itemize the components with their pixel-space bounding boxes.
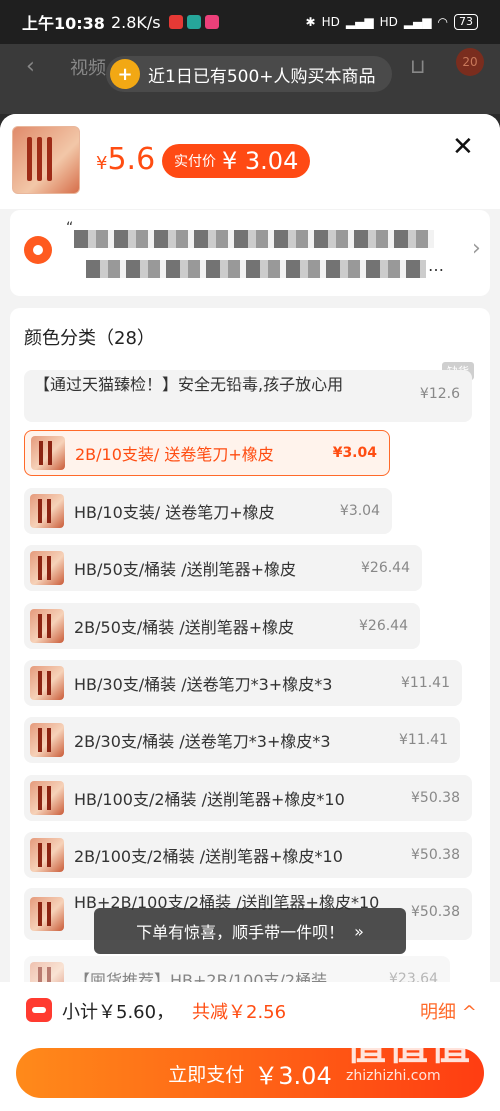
watermark-logo: 值值值 (346, 1023, 472, 1069)
address-ellipsis: … (428, 256, 444, 275)
pencil-shape (47, 137, 52, 181)
variant-thumbnail (30, 494, 64, 528)
variant-label: 2B/10支装/ 送卷笔刀+橡皮 (75, 445, 274, 464)
variant-option[interactable]: 2B/50支/桶装 /送削笔器+橡皮 ¥26.44 (24, 603, 420, 649)
pencil-shape (37, 137, 42, 181)
double-chevron-down-icon: » (354, 921, 364, 941)
subtotal-text: 小计￥5.60， (62, 1002, 175, 1023)
toast-text: 下单有惊喜，顺手带一件呗！ (136, 923, 345, 942)
variant-thumbnail (30, 838, 64, 872)
tab-video[interactable]: 视频 (70, 54, 106, 80)
location-pin-icon (24, 236, 52, 264)
signal-icon: ▂▄▆ (403, 15, 432, 29)
discount-text: 共减￥2.56 (192, 1002, 287, 1023)
variant-label: 【通过天猫臻检！】安全无铅毒,孩子放心用 (34, 375, 344, 394)
sheet-header: ¥5.6 实付价 ¥ 3.04 ✕ (0, 114, 500, 209)
redacted-address-line (86, 260, 426, 278)
status-bar: 上午10:38 2.8K/s ✱ HD ▂▄▆ HD ▂▄▆ ◠ 73 (0, 0, 500, 44)
variant-price: ¥50.38 (411, 790, 460, 806)
status-time: 上午10:38 (22, 14, 105, 33)
variant-option[interactable]: HB/10支装/ 送卷笔刀+橡皮 ¥3.04 (24, 488, 392, 534)
pay-now-label: 立即支付 (168, 1063, 245, 1086)
pencil-shape (27, 137, 32, 181)
currency-symbol: ¥ (96, 153, 108, 174)
signal-icon: ▂▄▆ (345, 15, 374, 29)
variant-label: HB/30支/桶装 /送卷笔刀*3+橡皮*3 (74, 675, 333, 694)
variant-option[interactable]: 2B/100支/2桶装 /送削笔器+橡皮*10 ¥50.38 (24, 832, 472, 878)
variant-price: ¥3.04 (332, 445, 377, 461)
network-speed: 2.8K/s (110, 12, 161, 32)
chevron-up-icon: ^ (461, 1002, 477, 1023)
purchase-count-banner: + 近1日已有500+人购买本商品 (106, 56, 392, 92)
variant-option[interactable]: 【通过天猫臻检！】安全无铅毒,孩子放心用 ¥12.6 (24, 370, 472, 422)
variant-price: ¥50.38 (411, 847, 460, 863)
price-value: 5.6 (107, 142, 156, 177)
variant-thumbnail (30, 609, 64, 643)
variant-thumbnail (30, 781, 64, 815)
real-price-label: 实付价 (174, 154, 216, 170)
cart-icon[interactable]: ⊔ (410, 54, 426, 78)
signal-hd-label: HD (321, 15, 340, 29)
variant-label: HB/10支装/ 送卷笔刀+橡皮 (74, 503, 275, 522)
detail-label: 明细 (420, 1002, 456, 1023)
chevron-right-icon: › (472, 236, 481, 261)
variant-option[interactable]: HB/50支/桶装 /送削笔器+橡皮 ¥26.44 (24, 545, 422, 591)
notification-badge: 20 (456, 48, 484, 76)
variant-price: ¥26.44 (359, 618, 408, 634)
pay-amount: ￥3.04 (254, 1061, 332, 1090)
bluetooth-icon: ✱ (305, 15, 316, 29)
app-notification-icon (168, 15, 183, 29)
variant-thumbnail (30, 666, 64, 700)
site-watermark: 值值值 zhizhizhi.com (346, 1024, 472, 1084)
variant-label: HB/50支/桶装 /送削笔器+橡皮 (74, 560, 297, 579)
app-notification-icon (186, 15, 201, 29)
purchase-count-text: 近1日已有500+人购买本商品 (148, 66, 376, 87)
promo-toast[interactable]: 下单有惊喜，顺手带一件呗！ » (94, 908, 406, 954)
variant-thumbnail (30, 551, 64, 585)
variant-option[interactable]: 2B/30支/桶装 /送卷笔刀*3+橡皮*3 ¥11.41 (24, 717, 460, 763)
back-icon[interactable]: ‹ (26, 54, 35, 79)
real-price-badge: 实付价 ¥ 3.04 (162, 144, 311, 178)
product-thumbnail[interactable] (12, 126, 80, 194)
sku-sheet: ¥5.6 实付价 ¥ 3.04 ✕ “ … › 颜色分类（28） 缺货 【通过天… (0, 114, 500, 1111)
variant-label: HB/100支/2桶装 /送削笔器+橡皮*10 (74, 790, 345, 809)
variant-thumbnail (31, 436, 65, 470)
variant-thumbnail (30, 723, 64, 757)
close-icon[interactable]: ✕ (452, 134, 474, 160)
variant-price: ¥11.41 (399, 732, 448, 748)
battery-icon: 73 (454, 14, 478, 30)
variant-section-title: 颜色分类（28） (24, 328, 155, 349)
product-price: ¥5.6 (96, 142, 155, 177)
variant-option[interactable]: HB/30支/桶装 /送卷笔刀*3+橡皮*3 ¥11.41 (24, 660, 462, 706)
variant-price: ¥11.41 (401, 675, 450, 691)
address-masked-prefix: “ (66, 220, 74, 236)
status-indicators: ✱ HD ▂▄▆ HD ▂▄▆ ◠ 73 (306, 14, 478, 30)
variant-price: ¥50.38 (411, 904, 460, 920)
variant-thumbnail (30, 897, 64, 931)
variant-option-selected[interactable]: 2B/10支装/ 送卷笔刀+橡皮 ¥3.04 (24, 430, 390, 476)
app-notification-icon (204, 15, 219, 29)
variant-price: ¥26.44 (361, 560, 410, 576)
real-price-value: ¥ 3.04 (222, 147, 299, 175)
detail-button[interactable]: 明细 ^ (420, 998, 477, 1024)
watermark-url: zhizhizhi.com (346, 1068, 441, 1084)
coupon-icon (26, 998, 52, 1022)
wifi-icon: ◠ (437, 15, 448, 29)
variant-price: ¥3.04 (339, 503, 380, 519)
variant-price: ¥12.6 (419, 386, 460, 402)
shopping-bag-icon: + (110, 59, 140, 89)
signal-hd-label: HD (379, 15, 398, 29)
address-selector[interactable]: “ … › (10, 210, 490, 296)
variant-option[interactable]: HB/100支/2桶装 /送削笔器+橡皮*10 ¥50.38 (24, 775, 472, 821)
variant-label: 2B/30支/桶装 /送卷笔刀*3+橡皮*3 (74, 732, 331, 751)
variant-label: 2B/100支/2桶装 /送削笔器+橡皮*10 (74, 847, 343, 866)
redacted-address-line (74, 230, 434, 248)
variant-label: 2B/50支/桶装 /送削笔器+橡皮 (74, 618, 295, 637)
